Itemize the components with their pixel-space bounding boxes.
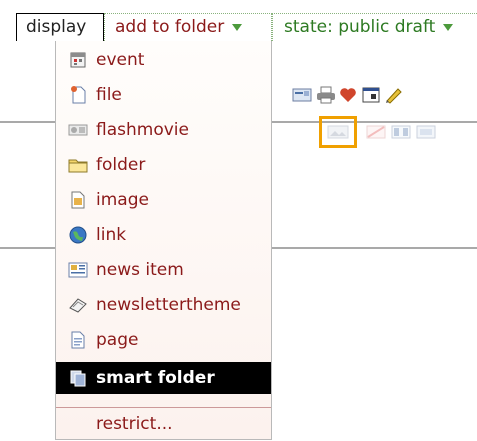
flag-icon[interactable]	[366, 123, 386, 141]
newslettertheme-icon	[68, 295, 88, 315]
menu-item-link[interactable]: link	[56, 219, 271, 251]
mail-faded-icon[interactable]	[416, 123, 436, 141]
menu-item-smart-folder[interactable]: smart folder	[56, 362, 271, 394]
menu-item-label: event	[96, 50, 145, 70]
folder-icon	[68, 155, 88, 175]
menu-item-label: folder	[96, 155, 146, 175]
menu-item-newslettertheme[interactable]: newslettertheme	[56, 289, 271, 321]
file-icon	[68, 85, 88, 105]
event-icon	[68, 50, 88, 70]
print-icon[interactable]	[316, 86, 336, 104]
menu-item-news-item[interactable]: news item	[56, 254, 271, 286]
menu-item-label: file	[96, 85, 122, 105]
divider-lower-left	[0, 247, 55, 249]
menu-item-label: newslettertheme	[96, 295, 241, 315]
news-item-icon	[68, 260, 88, 280]
chevron-down-icon	[443, 23, 454, 31]
divider-upper-left	[0, 121, 55, 123]
state-menu[interactable]: state: public draft	[272, 13, 477, 41]
menu-item-page[interactable]: page	[56, 324, 271, 356]
menu-item-label: flashmovie	[96, 120, 189, 140]
menu-item-label: image	[96, 190, 149, 210]
thumbnail-view-icon[interactable]	[319, 116, 357, 148]
divider-lower-right	[272, 247, 477, 249]
menu-item-restrict[interactable]: restrict...	[56, 408, 271, 440]
add-to-folder-label: add to folder	[115, 17, 225, 37]
edit-icon[interactable]	[384, 86, 404, 104]
image-icon	[68, 190, 88, 210]
tab-display[interactable]: display	[16, 13, 104, 41]
state-label: state: public draft	[284, 17, 436, 37]
menu-item-label: page	[96, 330, 139, 350]
menu-item-image[interactable]: image	[56, 184, 271, 216]
menu-item-folder[interactable]: folder	[56, 149, 271, 181]
page-icon	[68, 330, 88, 350]
add-to-folder-dropdown: event file flashmovie folder image link	[55, 41, 272, 440]
menu-item-label: link	[96, 225, 127, 245]
menu-item-flashmovie[interactable]: flashmovie	[56, 114, 271, 146]
favorite-icon[interactable]	[338, 86, 358, 104]
add-to-folder-menu[interactable]: add to folder	[104, 13, 272, 41]
chevron-down-icon	[232, 23, 243, 31]
smart-folder-icon	[68, 368, 88, 388]
menu-item-label: news item	[96, 260, 184, 280]
fullscreen-icon[interactable]	[361, 86, 381, 104]
restrict-label: restrict...	[96, 414, 173, 434]
menu-item-event[interactable]: event	[56, 44, 271, 76]
mail-icon[interactable]	[292, 86, 312, 104]
window-icon[interactable]	[391, 123, 411, 141]
menu-item-label: smart folder	[96, 368, 215, 388]
menu-item-file[interactable]: file	[56, 79, 271, 111]
tab-display-label: display	[26, 17, 87, 37]
link-icon	[68, 225, 88, 245]
flashmovie-icon	[68, 120, 88, 140]
